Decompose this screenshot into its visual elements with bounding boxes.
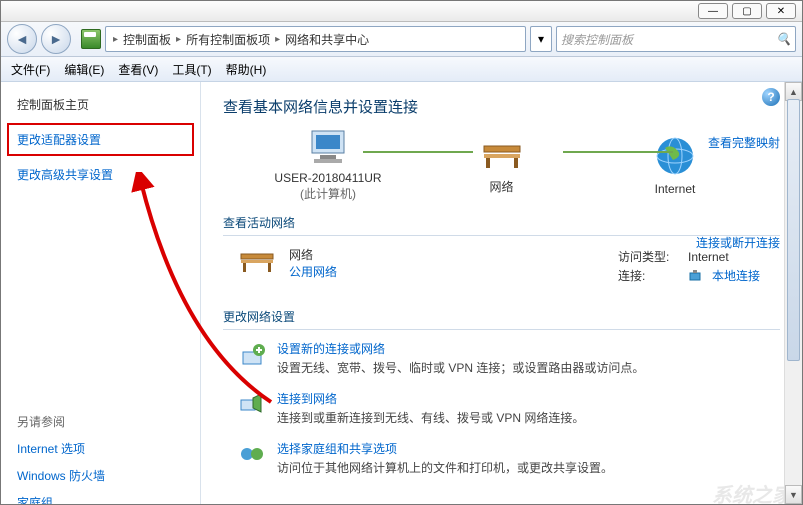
scroll-down-arrow[interactable]: ▼ [785,485,802,504]
node-label: USER-20180411UR [274,171,381,185]
forward-button[interactable]: ► [41,24,71,54]
search-input[interactable]: 搜索控制面板 🔍 [556,26,796,52]
connection-line [363,151,473,153]
main-panel: ? 查看基本网络信息并设置连接 查看完整映射 USER-20180411UR (… [201,82,802,504]
access-type-label: 访问类型: [618,248,678,265]
search-placeholder: 搜索控制面板 [561,31,633,48]
sidebar-heading: 控制面板主页 [17,96,184,113]
sidebar-link-homegroup[interactable]: 家庭组 [17,494,184,504]
page-title: 查看基本网络信息并设置连接 [223,96,780,117]
breadcrumb-item[interactable]: 网络和共享中心 [285,31,369,48]
sidebar-link-advanced-sharing[interactable]: 更改高级共享设置 [17,166,184,183]
content-area: 控制面板主页 更改适配器设置 更改高级共享设置 另请参阅 Internet 选项… [1,82,802,504]
section-change-settings: 更改网络设置 [223,308,780,330]
node-label: 网络 [489,178,513,195]
menu-bar: 文件(F) 编辑(E) 查看(V) 工具(T) 帮助(H) [1,57,802,82]
scroll-thumb[interactable] [787,99,800,361]
setting-description: 访问位于其他网络计算机上的文件和打印机，或更改共享设置。 [277,459,613,476]
control-panel-icon [81,29,101,49]
network-node-this-computer: USER-20180411UR (此计算机) [253,127,403,202]
setting-new-connection[interactable]: 设置新的连接或网络 设置无线、宽带、拨号、临时或 VPN 连接；或设置路由器或访… [223,330,780,380]
network-map: USER-20180411UR (此计算机) 网络 Internet [253,127,750,202]
network-adapter-icon [688,269,702,283]
connect-disconnect-link[interactable]: 连接或断开连接 [696,234,780,251]
homegroup-icon [237,440,265,468]
network-type-link[interactable]: 公用网络 [289,263,337,280]
globe-icon [653,134,697,178]
connection-line [563,151,673,153]
setting-connect-network[interactable]: 连接到网络 连接到或重新连接到无线、有线、拨号或 VPN 网络连接。 [223,380,780,430]
network-node-network: 网络 [427,134,577,195]
help-icon[interactable]: ? [762,88,780,106]
sidebar-link-internet-options[interactable]: Internet 选项 [17,440,184,457]
node-label: Internet [655,182,696,196]
network-node-internet: Internet [600,134,750,196]
network-name: 网络 [289,246,337,263]
section-active-networks: 查看活动网络 [223,214,780,236]
chevron-right-icon: ▸ [176,34,181,45]
setting-description: 设置无线、宽带、拨号、临时或 VPN 连接；或设置路由器或访问点。 [277,359,644,376]
search-icon: 🔍 [776,32,791,46]
menu-edit[interactable]: 编辑(E) [64,61,104,78]
connection-link[interactable]: 本地连接 [712,267,760,284]
menu-tools[interactable]: 工具(T) [172,61,211,78]
sidebar-link-firewall[interactable]: Windows 防火墙 [17,467,184,484]
watermark: 系统之家 [712,479,792,504]
connect-network-icon [237,390,265,418]
chevron-right-icon: ▸ [113,34,118,45]
setting-description: 连接到或重新连接到无线、有线、拨号或 VPN 网络连接。 [277,409,584,426]
computer-icon [304,127,352,167]
chevron-right-icon: ▸ [275,34,280,45]
title-bar: — ▢ ✕ [1,1,802,22]
sidebar-link-adapter-settings[interactable]: 更改适配器设置 [7,123,194,156]
new-connection-icon [237,340,265,368]
setting-title-link[interactable]: 连接到网络 [277,390,584,407]
access-type-value: Internet [688,250,729,264]
connection-label: 连接: [618,267,678,284]
menu-help[interactable]: 帮助(H) [226,61,267,78]
breadcrumb-dropdown[interactable]: ▾ [530,26,552,52]
breadcrumb-item[interactable]: 所有控制面板项 [186,31,270,48]
back-button[interactable]: ◄ [7,24,37,54]
see-also-heading: 另请参阅 [17,413,184,430]
bench-icon [237,246,277,276]
node-sublabel: (此计算机) [300,185,356,202]
vertical-scrollbar[interactable]: ▲ ▼ [784,82,802,504]
sidebar: 控制面板主页 更改适配器设置 更改高级共享设置 另请参阅 Internet 选项… [1,82,201,504]
setting-homegroup[interactable]: 选择家庭组和共享选项 访问位于其他网络计算机上的文件和打印机，或更改共享设置。 [223,430,780,480]
maximize-button[interactable]: ▢ [732,3,762,19]
setting-title-link[interactable]: 设置新的连接或网络 [277,340,644,357]
breadcrumb[interactable]: ▸ 控制面板 ▸ 所有控制面板项 ▸ 网络和共享中心 [105,26,526,52]
menu-view[interactable]: 查看(V) [118,61,158,78]
nav-bar: ◄ ► ▸ 控制面板 ▸ 所有控制面板项 ▸ 网络和共享中心 ▾ 搜索控制面板 … [1,22,802,57]
bench-icon [478,134,526,174]
close-button[interactable]: ✕ [766,3,796,19]
menu-file[interactable]: 文件(F) [11,61,50,78]
breadcrumb-item[interactable]: 控制面板 [123,31,171,48]
active-network-row: 网络 公用网络 访问类型: Internet 连接: 本地连接 [223,246,780,286]
minimize-button[interactable]: — [698,3,728,19]
setting-title-link[interactable]: 选择家庭组和共享选项 [277,440,613,457]
